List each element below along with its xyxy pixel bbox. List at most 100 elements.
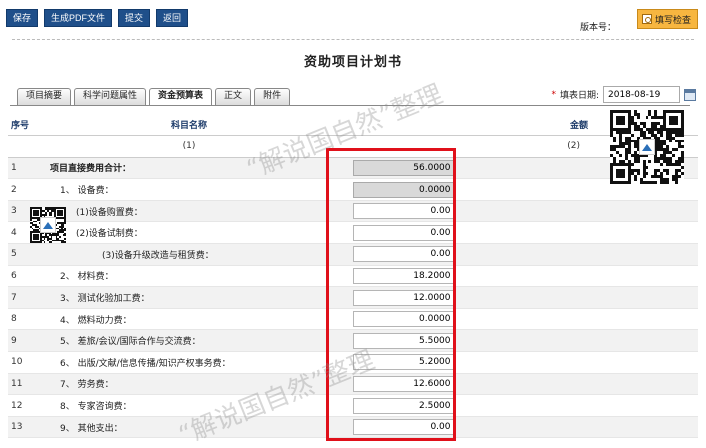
fill-check-button[interactable]: 填写检查 — [636, 9, 698, 29]
generate-pdf-button[interactable]: 生成PDF文件 — [44, 9, 113, 27]
col-header-index: 序号 — [8, 114, 44, 137]
table-row: 11 7、 劳务费： — [8, 373, 698, 396]
check-document-icon — [641, 14, 652, 24]
fill-check-label: 填写检查 — [654, 15, 691, 26]
row-index: 11 — [8, 373, 44, 396]
budget-rows: 1项目直接费用合计：21、 设备费：3(1)设备购置费：4(2)设备试制费：5(… — [8, 157, 698, 439]
row-index: 13 — [8, 416, 44, 439]
row-spacer — [474, 373, 698, 396]
row-amount-cell — [334, 373, 474, 396]
amount-input[interactable] — [352, 375, 456, 392]
table-row: 2 1、 设备费： — [8, 178, 698, 201]
amount-input[interactable] — [352, 289, 456, 306]
toolbar: 保存 生成PDF文件 提交 返回 — [6, 9, 189, 27]
amount-input[interactable] — [352, 397, 456, 414]
table-row: 1 项目直接费用合计： — [8, 157, 698, 180]
row-index: 12 — [8, 394, 44, 417]
row-subject: 5、 差旅/会议/国际合作与交流费： — [44, 329, 334, 353]
version-label: 版本号： — [579, 23, 616, 33]
row-subject: 4、 燃料动力费： — [44, 308, 334, 331]
row-index: 1 — [8, 157, 44, 180]
amount-input[interactable] — [352, 419, 456, 436]
tab-budget[interactable]: 资金预算表 — [149, 88, 213, 106]
row-subject: 8、 专家咨询费： — [44, 394, 334, 417]
table-row: 7 3、 测试化验加工费： — [8, 286, 698, 309]
calendar-icon[interactable] — [684, 88, 696, 101]
row-spacer — [474, 329, 698, 353]
amount-input[interactable] — [352, 311, 456, 328]
row-spacer — [474, 416, 698, 439]
fill-date: * 填表日期: — [551, 86, 696, 103]
row-subject: 1、 设备费： — [44, 178, 334, 201]
tab-science-attribute[interactable]: 科学问题属性 — [74, 88, 147, 105]
row-subject: 6、 出版/文献/信息传播/知识产权事务费： — [44, 351, 334, 374]
row-amount-cell — [334, 243, 474, 266]
amount-input — [352, 159, 456, 176]
row-spacer — [474, 243, 698, 266]
row-index: 9 — [8, 329, 44, 353]
table-row: 6 2、 材料费： — [8, 265, 698, 288]
row-subject: 2、 材料费： — [44, 265, 334, 288]
divider — [12, 39, 694, 40]
row-spacer — [474, 221, 698, 245]
amount-input[interactable] — [352, 354, 456, 371]
table-row: 8 4、 燃料动力费： — [8, 308, 698, 331]
table-row: 10 6、 出版/文献/信息传播/知识产权事务费： — [8, 351, 698, 374]
amount-input[interactable] — [352, 332, 456, 349]
row-amount-cell — [334, 221, 474, 245]
subheader-blank — [8, 135, 44, 158]
row-subject: 3、 测试化验加工费： — [44, 286, 334, 309]
amount-input — [352, 181, 456, 198]
subheader-1: (1) — [44, 135, 334, 158]
table-row: 4 (2)设备试制费： — [8, 221, 698, 245]
row-spacer — [474, 265, 698, 288]
table-row: 9 5、 差旅/会议/国际合作与交流费： — [8, 329, 698, 353]
table-row: 5 (3)设备升级改造与租赁费： — [8, 243, 698, 266]
row-amount-cell — [334, 286, 474, 309]
amount-input[interactable] — [352, 267, 456, 284]
qr-code-small — [30, 207, 66, 243]
row-amount-cell — [334, 157, 474, 180]
fill-date-input[interactable] — [603, 86, 680, 103]
row-spacer — [474, 394, 698, 417]
row-subject: 9、 其他支出： — [44, 416, 334, 439]
row-amount-cell — [334, 178, 474, 201]
row-amount-cell — [334, 351, 474, 374]
tab-main-text[interactable]: 正文 — [215, 88, 252, 105]
fill-date-label: 填表日期: — [559, 91, 599, 101]
table-row: 12 8、 专家咨询费： — [8, 394, 698, 417]
row-index: 2 — [8, 178, 44, 201]
row-amount-cell — [334, 265, 474, 288]
table-row: 3 (1)设备购置费： — [8, 200, 698, 223]
table-row: 13 9、 其他支出： — [8, 416, 698, 439]
amount-input[interactable] — [352, 224, 456, 241]
row-subject: (1)设备购置费： — [44, 200, 334, 223]
row-subject: (3)设备升级改造与租赁费： — [44, 243, 334, 266]
row-amount-cell — [334, 394, 474, 417]
row-spacer — [474, 351, 698, 374]
row-index: 8 — [8, 308, 44, 331]
save-button[interactable]: 保存 — [6, 9, 39, 27]
row-spacer — [474, 200, 698, 223]
col-header-subject: 科目名称 — [44, 114, 334, 137]
tab-bar: 项目摘要 科学问题属性 资金预算表 正文 附件 — [17, 88, 291, 106]
row-amount-cell — [334, 200, 474, 223]
tab-underline — [10, 105, 690, 106]
amount-input[interactable] — [352, 246, 456, 263]
amount-input[interactable] — [352, 203, 456, 220]
row-spacer — [474, 286, 698, 309]
row-subject: 项目直接费用合计： — [44, 157, 334, 180]
row-index: 5 — [8, 243, 44, 266]
row-subject: (2)设备试制费： — [44, 221, 334, 245]
row-subject: 7、 劳务费： — [44, 373, 334, 396]
row-spacer — [474, 308, 698, 331]
back-button[interactable]: 返回 — [156, 9, 189, 27]
tab-attachments[interactable]: 附件 — [254, 88, 291, 105]
row-amount-cell — [334, 329, 474, 353]
row-amount-cell — [334, 416, 474, 439]
qr-code — [610, 110, 684, 184]
submit-button[interactable]: 提交 — [118, 9, 151, 27]
tab-project-summary[interactable]: 项目摘要 — [17, 88, 72, 105]
required-mark: * — [551, 89, 556, 100]
row-index: 6 — [8, 265, 44, 288]
